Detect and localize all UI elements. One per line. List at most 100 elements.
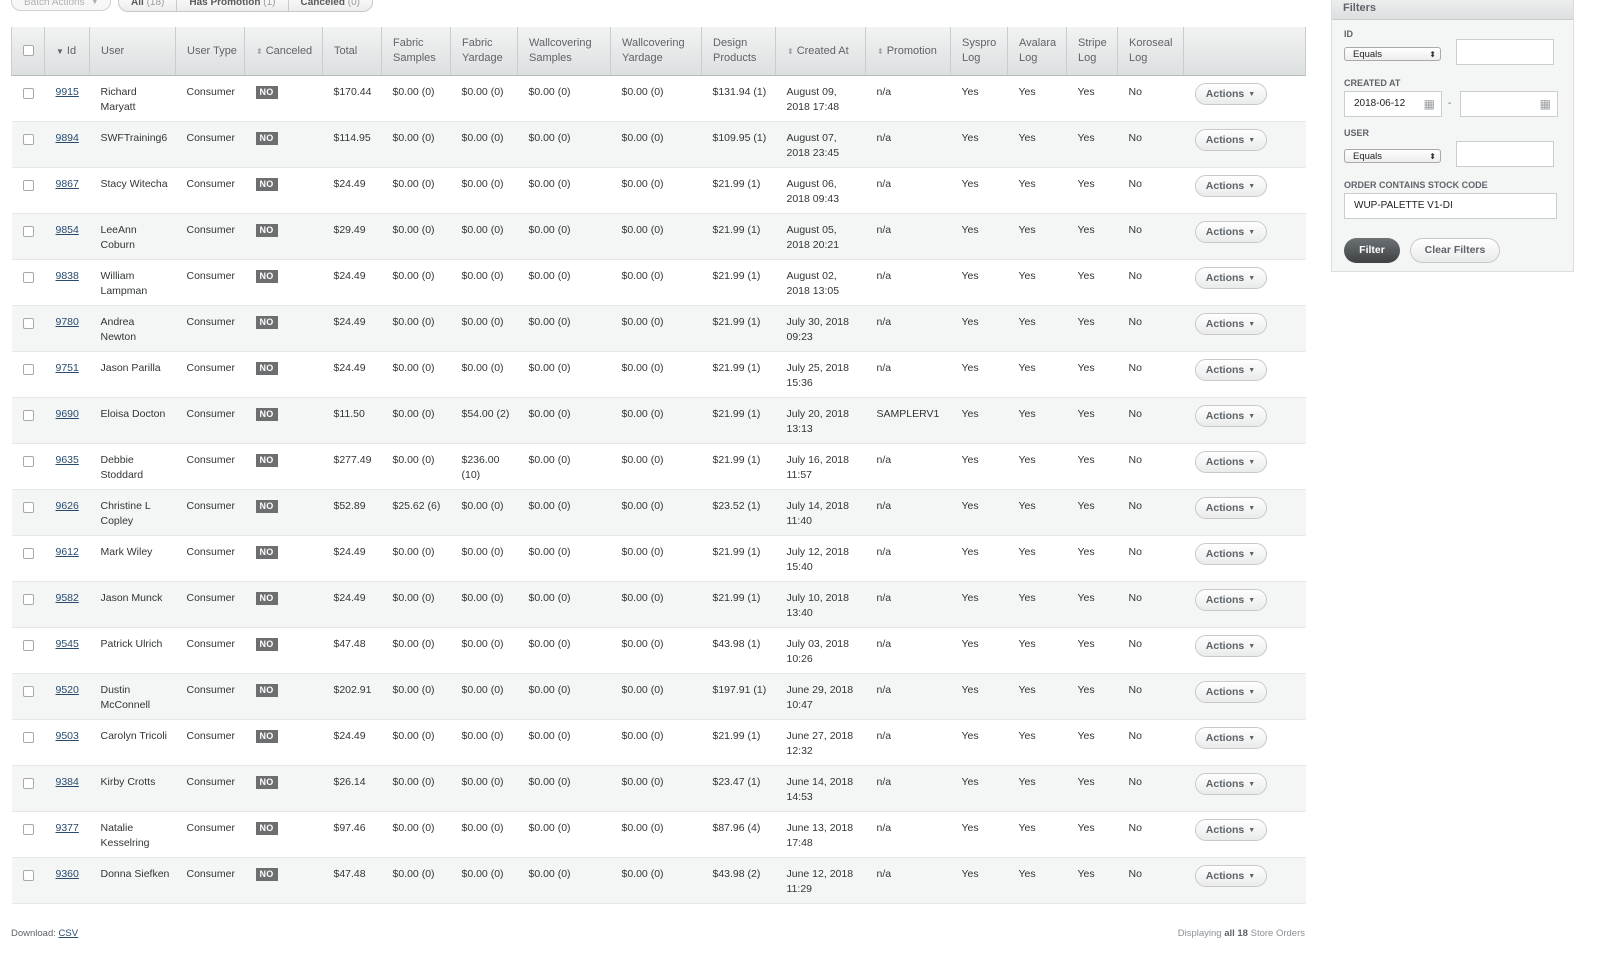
row-checkbox[interactable] bbox=[22, 686, 34, 697]
actions-button[interactable]: Actions ▼ bbox=[1194, 129, 1267, 151]
row-checkbox-cell[interactable] bbox=[11, 627, 45, 674]
row-checkbox-cell[interactable] bbox=[11, 489, 45, 536]
user-operator-select[interactable]: Equals ⬍ bbox=[1344, 149, 1441, 163]
row-checkbox[interactable] bbox=[22, 272, 34, 283]
id-operator-select[interactable]: Equals ⬍ bbox=[1344, 47, 1441, 61]
row-checkbox-cell[interactable] bbox=[11, 259, 45, 306]
actions-button[interactable]: Actions ▼ bbox=[1194, 865, 1267, 887]
order-id-link[interactable]: 9582 bbox=[56, 592, 79, 604]
order-id-link[interactable]: 9635 bbox=[56, 454, 79, 466]
order-id-link[interactable]: 9690 bbox=[56, 408, 79, 420]
order-id-link[interactable]: 9384 bbox=[56, 776, 79, 788]
row-checkbox-cell[interactable] bbox=[11, 857, 45, 904]
actions-button[interactable]: Actions ▼ bbox=[1194, 497, 1267, 519]
row-checkbox[interactable] bbox=[22, 226, 34, 237]
row-checkbox-cell[interactable] bbox=[11, 765, 45, 812]
scope-has-promotion[interactable]: Has Promotion (1) bbox=[176, 0, 289, 12]
row-checkbox-cell[interactable] bbox=[11, 673, 45, 720]
actions-button[interactable]: Actions ▼ bbox=[1194, 681, 1267, 703]
row-checkbox-cell[interactable] bbox=[11, 397, 45, 444]
calendar-icon[interactable]: ▦ bbox=[1424, 92, 1435, 116]
row-checkbox[interactable] bbox=[22, 180, 34, 191]
stripe-log-cell: Yes bbox=[1066, 857, 1118, 904]
clear-filters-button[interactable]: Clear Filters bbox=[1410, 238, 1500, 263]
order-id-link[interactable]: 9377 bbox=[56, 822, 79, 834]
select-all-checkbox-cell[interactable] bbox=[11, 27, 45, 76]
order-id-link[interactable]: 9360 bbox=[56, 868, 79, 880]
scope-canceled[interactable]: Canceled (0) bbox=[287, 0, 373, 12]
table-header-row: ▼ Id User User Type ⬍ Canceled Total Fabri… bbox=[11, 27, 1306, 76]
csv-download-link[interactable]: CSV bbox=[59, 928, 79, 939]
order-id-link[interactable]: 9751 bbox=[56, 362, 79, 374]
row-checkbox-cell[interactable] bbox=[11, 811, 45, 858]
calendar-icon[interactable]: ▦ bbox=[1540, 92, 1551, 116]
created-at-to-input[interactable]: ▦ bbox=[1460, 91, 1558, 117]
actions-button[interactable]: Actions ▼ bbox=[1194, 451, 1267, 473]
row-checkbox-cell[interactable] bbox=[11, 213, 45, 260]
order-id-link[interactable]: 9867 bbox=[56, 178, 79, 190]
order-id-link[interactable]: 9780 bbox=[56, 316, 79, 328]
user-filter-input[interactable] bbox=[1456, 141, 1554, 167]
column-header-id[interactable]: ▼ Id bbox=[44, 27, 90, 76]
column-header-promotion[interactable]: ⬍ Promotion bbox=[865, 27, 951, 76]
order-id-link[interactable]: 9626 bbox=[56, 500, 79, 512]
batch-actions-button[interactable]: Batch Actions ▼ bbox=[11, 0, 112, 11]
scope-all[interactable]: All (18) bbox=[118, 0, 178, 12]
row-checkbox[interactable] bbox=[22, 88, 34, 99]
actions-button[interactable]: Actions ▼ bbox=[1194, 819, 1267, 841]
row-checkbox-cell[interactable] bbox=[11, 75, 45, 122]
actions-button[interactable]: Actions ▼ bbox=[1194, 405, 1267, 427]
user-cell: LeeAnn Coburn bbox=[89, 213, 176, 260]
row-checkbox[interactable] bbox=[22, 410, 34, 421]
order-id-link[interactable]: 9854 bbox=[56, 224, 79, 236]
column-header-canceled[interactable]: ⬍ Canceled bbox=[244, 27, 323, 76]
row-checkbox-cell[interactable] bbox=[11, 719, 45, 766]
row-checkbox[interactable] bbox=[22, 318, 34, 329]
row-checkbox-cell[interactable] bbox=[11, 443, 45, 490]
row-checkbox-cell[interactable] bbox=[11, 305, 45, 352]
actions-button[interactable]: Actions ▼ bbox=[1194, 773, 1267, 795]
row-checkbox[interactable] bbox=[22, 870, 34, 881]
column-header-created-at[interactable]: ⬍ Created At bbox=[775, 27, 866, 76]
canceled-cell: NO bbox=[244, 673, 323, 720]
order-id-link[interactable]: 9520 bbox=[56, 684, 79, 696]
row-checkbox[interactable] bbox=[22, 594, 34, 605]
actions-button[interactable]: Actions ▼ bbox=[1194, 543, 1267, 565]
order-id-link[interactable]: 9894 bbox=[56, 132, 79, 144]
actions-button[interactable]: Actions ▼ bbox=[1194, 635, 1267, 657]
filter-button[interactable]: Filter bbox=[1344, 238, 1400, 263]
actions-button[interactable]: Actions ▼ bbox=[1194, 267, 1267, 289]
select-all-checkbox[interactable] bbox=[23, 44, 34, 56]
actions-button[interactable]: Actions ▼ bbox=[1194, 313, 1267, 335]
stock-code-input[interactable]: WUP-PALETTE V1-DI bbox=[1344, 193, 1557, 219]
actions-button[interactable]: Actions ▼ bbox=[1194, 83, 1267, 105]
row-checkbox[interactable] bbox=[22, 732, 34, 743]
row-checkbox-cell[interactable] bbox=[11, 535, 45, 582]
row-checkbox[interactable] bbox=[22, 640, 34, 651]
row-checkbox-cell[interactable] bbox=[11, 351, 45, 398]
row-checkbox-cell[interactable] bbox=[11, 121, 45, 168]
actions-button[interactable]: Actions ▼ bbox=[1194, 727, 1267, 749]
actions-button[interactable]: Actions ▼ bbox=[1194, 175, 1267, 197]
row-checkbox[interactable] bbox=[22, 548, 34, 559]
row-checkbox[interactable] bbox=[22, 778, 34, 789]
row-checkbox[interactable] bbox=[22, 364, 34, 375]
actions-button[interactable]: Actions ▼ bbox=[1194, 359, 1267, 381]
created-at-cell: July 12, 2018 15:40 bbox=[775, 535, 866, 582]
row-checkbox-cell[interactable] bbox=[11, 581, 45, 628]
row-checkbox[interactable] bbox=[22, 502, 34, 513]
order-id-link[interactable]: 9838 bbox=[56, 270, 79, 282]
actions-button[interactable]: Actions ▼ bbox=[1194, 589, 1267, 611]
order-id-link[interactable]: 9503 bbox=[56, 730, 79, 742]
actions-button[interactable]: Actions ▼ bbox=[1194, 221, 1267, 243]
created-at-cell: August 05, 2018 20:21 bbox=[775, 213, 866, 260]
created-at-from-input[interactable]: 2018-06-12 ▦ bbox=[1344, 91, 1442, 117]
id-filter-input[interactable] bbox=[1456, 39, 1554, 65]
order-id-link[interactable]: 9545 bbox=[56, 638, 79, 650]
order-id-link[interactable]: 9915 bbox=[56, 86, 79, 98]
row-checkbox-cell[interactable] bbox=[11, 167, 45, 214]
order-id-link[interactable]: 9612 bbox=[56, 546, 79, 558]
row-checkbox[interactable] bbox=[22, 456, 34, 467]
row-checkbox[interactable] bbox=[22, 134, 34, 145]
row-checkbox[interactable] bbox=[22, 824, 34, 835]
